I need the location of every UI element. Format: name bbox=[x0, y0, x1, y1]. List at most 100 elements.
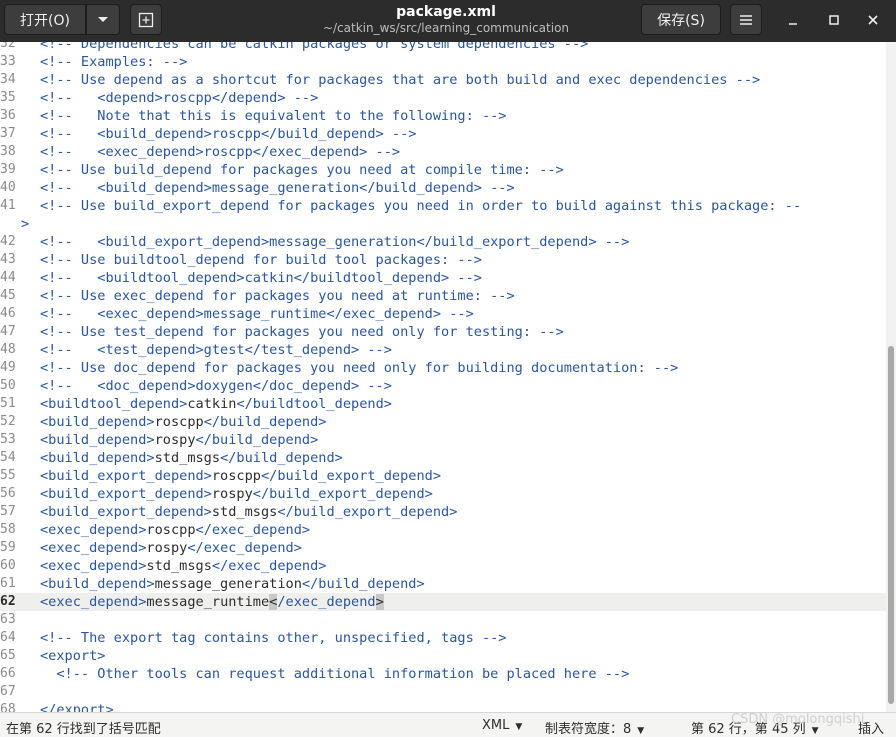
line-code: <build_export_depend>rospy</build_export… bbox=[40, 485, 433, 503]
code-line[interactable]: 64 <!-- The export tag contains other, un… bbox=[0, 629, 886, 647]
code-line[interactable]: 65 <export> bbox=[0, 647, 886, 665]
code-line[interactable]: 55 <build_export_depend>roscpp</build_exp… bbox=[0, 467, 886, 485]
code-line[interactable]: 68 </export> bbox=[0, 701, 886, 712]
line-number: 46 bbox=[0, 306, 15, 321]
xml-tag: </build_export_depend> bbox=[252, 486, 433, 502]
code-line[interactable]: 63 bbox=[0, 611, 886, 629]
line-number: 32 bbox=[0, 42, 15, 51]
maximize-button[interactable] bbox=[821, 8, 847, 32]
code-line[interactable]: 56 <build_export_depend>rospy</build_expo… bbox=[0, 485, 886, 503]
code-line[interactable]: 57 <build_export_depend>std_msgs</build_e… bbox=[0, 503, 886, 521]
text-editor[interactable]: 32 <!-- Dependencies can be catkin packag… bbox=[0, 42, 886, 712]
open-button[interactable]: 打开(O) bbox=[4, 4, 86, 35]
code-line[interactable]: 40 <!-- <build_depend>message_generation<… bbox=[0, 179, 886, 197]
xml-tag: <exec_depend> bbox=[40, 558, 147, 574]
code-line[interactable]: 61 <build_depend>message_generation</buil… bbox=[0, 575, 886, 593]
code-line[interactable]: 36 <!-- Note that this is equivalent to t… bbox=[0, 107, 886, 125]
xml-tag: </exec_depend> bbox=[211, 558, 327, 574]
code-line[interactable]: 52 <build_depend>roscpp</build_depend> bbox=[0, 413, 886, 431]
code-line[interactable]: 39 <!-- Use build_depend for packages you… bbox=[0, 161, 886, 179]
line-code: <!-- Use exec_depend for packages you ne… bbox=[40, 287, 515, 305]
minimize-icon bbox=[789, 23, 797, 25]
line-code: <!-- Dependencies can be catkin packages… bbox=[40, 42, 588, 53]
scrollbar-thumb[interactable] bbox=[888, 346, 894, 704]
element-text: rospy bbox=[146, 540, 188, 556]
open-dropdown-button[interactable] bbox=[86, 4, 120, 35]
line-number: 51 bbox=[0, 396, 15, 411]
xml-tag: <export> bbox=[40, 648, 106, 664]
line-number: 65 bbox=[0, 648, 15, 663]
code-line[interactable]: 46 <!-- <exec_depend>message_runtime</exe… bbox=[0, 305, 886, 323]
line-code: <build_export_depend>roscpp</build_expor… bbox=[40, 467, 441, 485]
code-line[interactable]: 51 <buildtool_depend>catkin</buildtool_de… bbox=[0, 395, 886, 413]
code-line[interactable]: 42 <!-- <build_export_depend>message_gene… bbox=[0, 233, 886, 251]
language-selector[interactable]: XML ▼ bbox=[482, 718, 522, 733]
code-line[interactable]: 58 <exec_depend>roscpp</exec_depend> bbox=[0, 521, 886, 539]
line-code: <build_depend>message_generation</build_… bbox=[40, 575, 425, 593]
element-text: roscpp bbox=[211, 468, 261, 484]
comment-text: <!-- Use exec_depend for packages you ne… bbox=[40, 288, 515, 304]
comment-text: <!-- <exec_depend>roscpp</exec_depend> -… bbox=[40, 144, 401, 160]
xml-tag: <build_depend> bbox=[40, 432, 155, 448]
code-line[interactable]: 43 <!-- Use buildtool_depend for build to… bbox=[0, 251, 886, 269]
comment-text: <!-- <exec_depend>message_runtime</exec_… bbox=[40, 306, 474, 322]
code-line[interactable]: 66 <!-- Other tools can request addition… bbox=[0, 665, 886, 683]
code-line[interactable]: 44 <!-- <buildtool_depend>catkin</buildto… bbox=[0, 269, 886, 287]
xml-tag: <build_depend> bbox=[40, 576, 155, 592]
minimize-button[interactable] bbox=[780, 8, 806, 32]
code-line[interactable]: 35 <!-- <depend>roscpp</depend> --> bbox=[0, 89, 886, 107]
code-line[interactable]: 53 <build_depend>rospy</build_depend> bbox=[0, 431, 886, 449]
code-line[interactable]: 32 <!-- Dependencies can be catkin packag… bbox=[0, 42, 886, 53]
code-line[interactable]: 49 <!-- Use doc_depend for packages you n… bbox=[0, 359, 886, 377]
code-line[interactable]: 59 <exec_depend>rospy</exec_depend> bbox=[0, 539, 886, 557]
code-line[interactable]: 33 <!-- Examples: --> bbox=[0, 53, 886, 71]
code-line[interactable]: 60 <exec_depend>std_msgs</exec_depend> bbox=[0, 557, 886, 575]
code-line[interactable]: 34 <!-- Use depend as a shortcut for pack… bbox=[0, 71, 886, 89]
xml-tag: </build_export_depend> bbox=[260, 468, 442, 484]
close-button[interactable] bbox=[860, 8, 886, 32]
line-code: <!-- Note that this is equivalent to the… bbox=[40, 107, 507, 125]
line-number: 60 bbox=[0, 558, 15, 573]
line-code: <build_export_depend>std_msgs</build_exp… bbox=[40, 503, 457, 521]
element-text: rospy bbox=[154, 432, 196, 448]
save-button-label: 保存(S) bbox=[657, 12, 705, 29]
code-line[interactable]: 50 <!-- <doc_depend>doxygen</doc_depend> … bbox=[0, 377, 886, 395]
caret-down-icon: ▼ bbox=[637, 726, 645, 736]
line-number: 53 bbox=[0, 432, 15, 447]
line-code: <!-- Use depend as a shortcut for packag… bbox=[40, 71, 760, 89]
xml-tag: </exec_depend> bbox=[187, 540, 302, 556]
code-line[interactable]: 54 <build_depend>std_msgs</build_depend> bbox=[0, 449, 886, 467]
new-tab-button[interactable] bbox=[130, 4, 162, 35]
comment-text: <!-- Use depend as a shortcut for packag… bbox=[40, 72, 761, 88]
line-number: 54 bbox=[0, 450, 15, 465]
element-text: message_generation bbox=[154, 576, 302, 592]
element-text: std_msgs bbox=[154, 450, 221, 466]
code-line[interactable]: 48 <!-- <test_depend>gtest</test_depend> … bbox=[0, 341, 886, 359]
line-code: <!-- <build_depend>roscpp</build_depend>… bbox=[40, 125, 416, 143]
code-line[interactable]: 45 <!-- Use exec_depend for packages you … bbox=[0, 287, 886, 305]
line-number: 33 bbox=[0, 54, 15, 69]
vertical-scrollbar[interactable] bbox=[886, 42, 896, 712]
code-line[interactable]: 67 bbox=[0, 683, 886, 701]
line-number: 67 bbox=[0, 684, 15, 699]
line-number: 36 bbox=[0, 108, 15, 123]
element-text: roscpp bbox=[154, 414, 204, 430]
code-line[interactable]: 38 <!-- <exec_depend>roscpp</exec_depend>… bbox=[0, 143, 886, 161]
element-text: std_msgs bbox=[146, 558, 212, 574]
line-number: 47 bbox=[0, 324, 15, 339]
line-code: <!-- <depend>roscpp</depend> --> bbox=[40, 89, 318, 107]
menu-button[interactable] bbox=[730, 4, 762, 35]
code-line[interactable]: 62 <exec_depend>message_runtime</exec_dep… bbox=[0, 593, 886, 611]
code-line[interactable]: 41 <!-- Use build_export_depend for packa… bbox=[0, 197, 886, 215]
cursor-position-selector[interactable]: 第 62 行，第 45 列 ▼ bbox=[691, 718, 819, 737]
wrapped-line[interactable]: > bbox=[0, 215, 886, 233]
line-number: 66 bbox=[0, 666, 15, 681]
code-line[interactable]: 37 <!-- <build_depend>roscpp</build_depen… bbox=[0, 125, 886, 143]
line-code: <!-- <test_depend>gtest</test_depend> --… bbox=[40, 341, 392, 359]
code-line[interactable]: 47 <!-- Use test_depend for packages you … bbox=[0, 323, 886, 341]
line-code: <!-- <build_export_depend>message_genera… bbox=[40, 233, 629, 251]
tab-width-selector[interactable]: 制表符宽度：8 ▼ bbox=[545, 718, 644, 737]
save-button[interactable]: 保存(S) bbox=[641, 4, 721, 35]
comment-text: <!-- Note that this is equivalent to the… bbox=[40, 108, 507, 124]
hamburger-menu-icon bbox=[740, 14, 752, 25]
